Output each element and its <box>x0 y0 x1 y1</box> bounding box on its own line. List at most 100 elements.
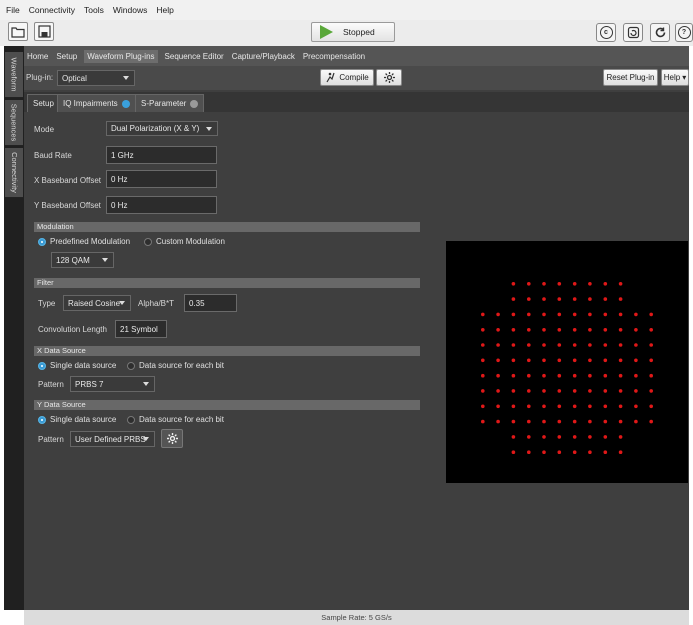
refresh-button[interactable] <box>650 23 670 42</box>
connect-button[interactable]: c <box>596 23 616 42</box>
filter-type-select[interactable]: Raised Cosine <box>63 295 131 311</box>
constellation-point <box>527 282 531 286</box>
chevron-down-icon: ▾ <box>682 73 687 82</box>
y-pattern-select[interactable]: User Defined PRBS <box>70 431 155 447</box>
constellation-point <box>603 312 608 317</box>
status-dot-icon <box>121 99 130 108</box>
constellation-point <box>634 389 638 393</box>
x-pattern-label: Pattern <box>38 380 64 389</box>
help-dropdown-button[interactable]: Help ▾ <box>661 69 689 86</box>
constellation-point <box>557 312 562 317</box>
tab-precompensation[interactable]: Precompensation <box>302 50 366 63</box>
baud-rate-input[interactable]: 1 GHz <box>106 146 217 164</box>
reset-plugin-button[interactable]: Reset Plug-in <box>603 69 658 86</box>
help-icon: ? <box>677 26 691 39</box>
plugin-subtabs: Setup IQ Impairments S-Parameter <box>24 92 689 112</box>
subtab-s-parameter[interactable]: S-Parameter <box>135 94 205 112</box>
tab-setup[interactable]: Setup <box>55 50 78 63</box>
y-baseband-offset-input[interactable]: 0 Hz <box>106 196 217 214</box>
constellation-point <box>542 297 546 301</box>
constellation-point <box>511 358 516 363</box>
constellation-point <box>557 435 562 439</box>
constellation-point <box>634 373 638 378</box>
constellation-point <box>572 297 577 301</box>
tab-sequence-editor[interactable]: Sequence Editor <box>164 50 225 63</box>
constellation-point <box>634 343 638 347</box>
modulation-select[interactable]: 128 QAM <box>51 252 114 268</box>
alpha-input[interactable]: 0.35 <box>184 294 237 312</box>
constellation-point <box>649 404 653 409</box>
constellation-point <box>603 435 608 439</box>
constellation-point <box>496 358 500 363</box>
constellation-point <box>634 419 638 424</box>
constellation-point <box>634 358 638 363</box>
y-data-source-section-header: Y Data Source <box>34 400 420 410</box>
constellation-point <box>588 282 592 286</box>
menu-connectivity[interactable]: Connectivity <box>29 5 75 15</box>
constellation-point <box>618 297 623 301</box>
tab-waveform-plugins[interactable]: Waveform Plug-ins <box>84 49 158 63</box>
x-single-source-radio[interactable]: Single data source <box>38 361 116 370</box>
x-each-bit-source-radio[interactable]: Data source for each bit <box>127 361 224 370</box>
constellation-point <box>588 419 592 424</box>
predefined-modulation-radio[interactable]: Predefined Modulation <box>38 237 130 246</box>
constellation-point <box>649 343 653 347</box>
constellation-point <box>588 389 592 393</box>
sidebar-tab-sequences[interactable]: Sequences <box>5 100 23 146</box>
tab-home[interactable]: Home <box>26 50 49 63</box>
sidebar-tab-connectivity[interactable]: Connectivity <box>5 148 23 198</box>
y-each-bit-source-radio[interactable]: Data source for each bit <box>127 415 224 424</box>
sidebar-tab-waveform[interactable]: Waveform <box>5 52 23 98</box>
gear-icon <box>166 433 178 444</box>
constellation-point <box>572 373 577 378</box>
constellation-point <box>618 343 623 347</box>
compile-button[interactable]: Compile <box>320 69 374 86</box>
constellation-point <box>527 404 531 409</box>
constellation-point <box>481 389 485 393</box>
menu-tools[interactable]: Tools <box>84 5 104 15</box>
constellation-point <box>542 419 546 424</box>
constellation-point <box>481 419 485 424</box>
constellation-point <box>634 312 638 317</box>
x-pattern-select[interactable]: PRBS 7 <box>70 376 155 392</box>
subtab-setup[interactable]: Setup <box>27 94 60 112</box>
convolution-length-label: Convolution Length <box>38 325 107 334</box>
filter-section-header: Filter <box>34 278 420 288</box>
convolution-length-input[interactable]: 21 Symbol <box>115 320 167 338</box>
constellation-point <box>542 312 546 317</box>
gear-icon <box>383 72 395 83</box>
constellation-point <box>572 312 577 317</box>
filter-type-label: Type <box>38 299 56 308</box>
constellation-point <box>618 373 623 378</box>
menu-help[interactable]: Help <box>156 5 173 15</box>
constellation-point <box>572 328 577 332</box>
run-stop-button[interactable]: Stopped <box>311 22 395 42</box>
plugin-select[interactable]: Optical <box>57 70 135 86</box>
custom-modulation-radio[interactable]: Custom Modulation <box>144 237 225 246</box>
sample-rate-status: Sample Rate: 5 GS/s <box>321 613 392 622</box>
open-folder-button[interactable] <box>8 22 28 41</box>
menu-file[interactable]: File <box>6 5 20 15</box>
reset-button[interactable] <box>623 23 643 42</box>
constellation-point <box>588 450 592 454</box>
constellation-point <box>588 373 592 378</box>
menu-windows[interactable]: Windows <box>113 5 147 15</box>
constellation-point <box>603 297 608 301</box>
constellation-point <box>634 328 638 332</box>
left-sidebar: Waveform Sequences Connectivity <box>4 46 24 610</box>
constellation-point <box>603 419 608 424</box>
constellation-point <box>618 404 623 409</box>
save-button[interactable] <box>34 22 54 41</box>
subtab-iq-impairments[interactable]: IQ Impairments <box>57 94 136 112</box>
x-baseband-offset-input[interactable]: 0 Hz <box>106 170 217 188</box>
constellation-point <box>618 358 623 363</box>
tab-capture-playback[interactable]: Capture/Playback <box>231 50 296 63</box>
y-single-source-radio[interactable]: Single data source <box>38 415 116 424</box>
constellation-point <box>527 343 531 347</box>
pattern-settings-button[interactable] <box>161 429 183 448</box>
help-button[interactable]: ? <box>675 23 693 42</box>
chevron-down-icon <box>119 301 125 305</box>
constellation-point <box>618 312 623 317</box>
mode-select[interactable]: Dual Polarization (X & Y) <box>106 121 218 136</box>
compile-settings-button[interactable] <box>376 69 402 86</box>
